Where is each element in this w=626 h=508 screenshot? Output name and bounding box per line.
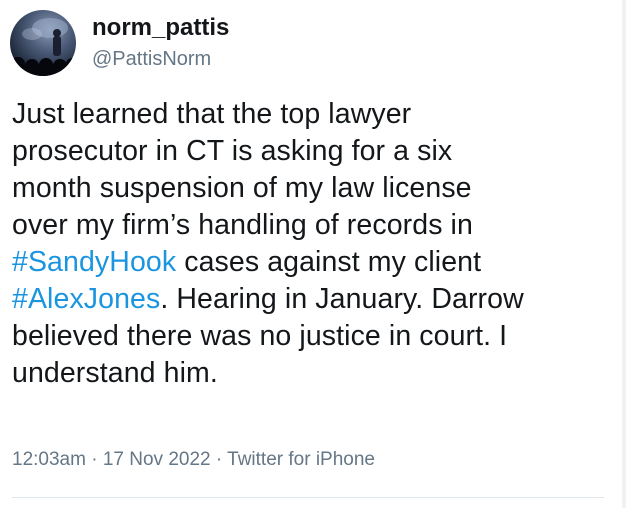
display-name[interactable]: norm_pattis (92, 13, 229, 43)
hashtag-link-sandyhook[interactable]: #SandyHook (12, 246, 176, 278)
tweet-card: norm_pattis @PattisNorm Just learned tha… (0, 0, 626, 508)
user-handle[interactable]: @PattisNorm (92, 45, 229, 73)
tweet-date[interactable]: 17 Nov 2022 (103, 449, 211, 470)
tweet-source[interactable]: Twitter for iPhone (227, 449, 375, 470)
divider (12, 497, 604, 498)
tweet-text-segment: Just learned that the top lawyer prosecu… (12, 98, 473, 241)
avatar[interactable] (10, 10, 76, 76)
tweet-header: norm_pattis @PattisNorm (10, 10, 229, 76)
tweet-text: Just learned that the top lawyer prosecu… (12, 96, 612, 392)
hashtag-link-alexjones[interactable]: #AlexJones (12, 283, 160, 315)
scrollbar[interactable] (622, 0, 626, 508)
tweet-text-segment: cases against my client (184, 246, 482, 278)
meta-separator: · (210, 449, 228, 470)
meta-separator: · (85, 449, 103, 470)
user-names: norm_pattis @PattisNorm (92, 13, 229, 73)
tweet-time[interactable]: 12:03am (12, 449, 86, 470)
tweet-meta: 12:03am · 17 Nov 2022 · Twitter for iPho… (12, 447, 375, 473)
avatar-image (10, 18, 76, 76)
